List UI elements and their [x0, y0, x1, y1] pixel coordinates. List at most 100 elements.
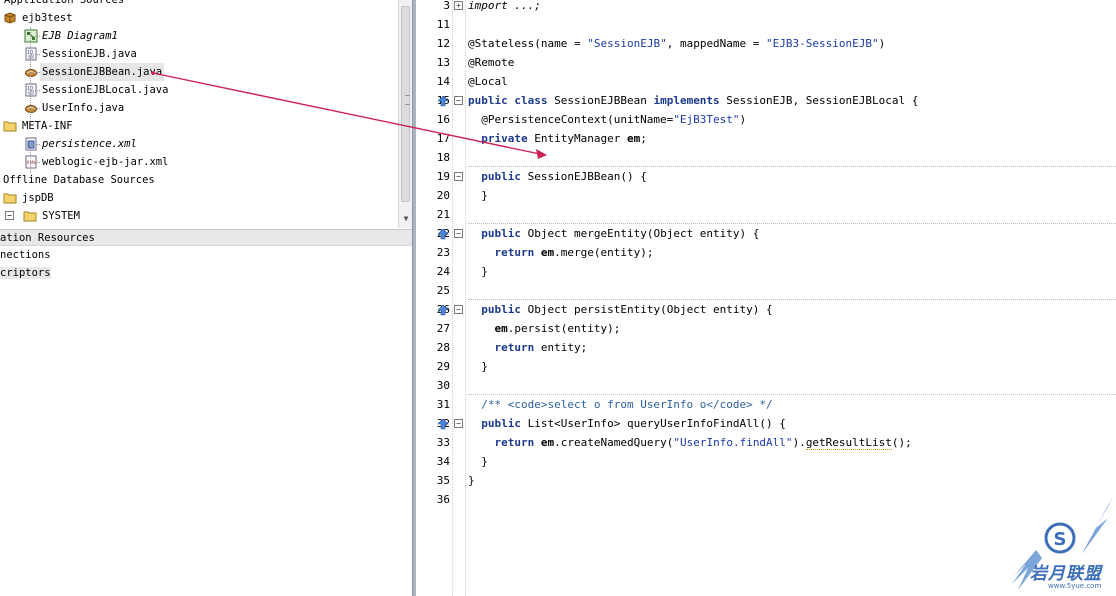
line-number: 30: [436, 379, 450, 392]
tree-node[interactable]: SessionEJBBean.java: [0, 63, 398, 81]
line-number: 19: [436, 170, 450, 183]
tree-node[interactable]: EJB Diagram1: [0, 27, 398, 45]
code-line[interactable]: import ...;: [468, 0, 541, 15]
folder-icon: [23, 209, 37, 223]
tree-node-label: ejb3test: [22, 12, 73, 24]
svg-text:S: S: [1054, 529, 1067, 550]
line-number: 29: [436, 360, 450, 373]
project-tree[interactable]: Application Sources ejb3test EJB Diagram1 1…: [0, 0, 398, 228]
descriptors-label: criptors: [0, 267, 51, 279]
expand-fold-icon[interactable]: +: [454, 1, 463, 10]
line-number: 21: [436, 208, 450, 221]
application-resources-header[interactable]: ation Resources: [0, 229, 412, 246]
line-number: 18: [436, 151, 450, 164]
code-line[interactable]: public Object persistEntity(Object entit…: [468, 300, 772, 319]
line-number: 12: [436, 37, 450, 50]
line-number: 33: [436, 436, 450, 449]
line-number: 25: [436, 284, 450, 297]
connections-label: nections: [0, 249, 51, 261]
scrollbar-thumb[interactable]: [401, 6, 410, 202]
tree-node[interactable]: 10 SessionEJB.java: [0, 45, 398, 63]
code-line[interactable]: return em.merge(entity);: [468, 243, 654, 262]
code-line[interactable]: public Object mergeEntity(Object entity)…: [468, 224, 759, 243]
tree-node[interactable]: persistence.xml: [0, 135, 398, 153]
code-line[interactable]: @Local: [468, 72, 508, 91]
tree-node-label: META-INF: [22, 120, 73, 132]
override-marker-icon[interactable]: [437, 418, 449, 430]
method-separator: [468, 394, 1116, 395]
tree-node-label: persistence.xml: [42, 138, 137, 150]
override-marker-icon[interactable]: [437, 95, 449, 107]
code-line[interactable]: }: [468, 471, 475, 490]
tree-node[interactable]: UserInfo.java: [0, 99, 398, 117]
scroll-down-icon[interactable]: ▼: [401, 214, 411, 224]
line-number: 3: [443, 0, 450, 12]
code-line[interactable]: }: [468, 262, 488, 281]
override-marker-icon[interactable]: [437, 304, 449, 316]
tree-node-label: EJB Diagram1: [42, 30, 118, 42]
tree-node-label: Offline Database Sources: [3, 174, 155, 186]
tree-node[interactable]: XML weblogic-ejb-jar.xml: [0, 153, 398, 171]
watermark-text: 岩月联盟: [1030, 564, 1102, 584]
tree-node-label: UserInfo.java: [42, 102, 125, 114]
tree-scrollbar[interactable]: ▼: [398, 0, 412, 228]
line-number: 17: [436, 132, 450, 145]
code-line[interactable]: /** <code>select o from UserInfo o</code…: [468, 395, 772, 414]
code-line[interactable]: em.persist(entity);: [468, 319, 621, 338]
collapse-fold-icon[interactable]: −: [454, 172, 463, 181]
code-line[interactable]: return em.createNamedQuery("UserInfo.fin…: [468, 433, 912, 452]
code-line[interactable]: }: [468, 186, 488, 205]
tree-node[interactable]: jspDB: [0, 189, 398, 207]
line-number: 20: [436, 189, 450, 202]
code-line[interactable]: @PersistenceContext(unitName="EjB3Test"): [468, 110, 746, 129]
method-separator: [468, 166, 1116, 167]
package-icon: [3, 11, 17, 25]
method-separator: [468, 299, 1116, 300]
line-number: 16: [436, 113, 450, 126]
tree-node[interactable]: META-INF: [0, 117, 398, 135]
collapse-fold-icon[interactable]: −: [454, 305, 463, 314]
line-number: 13: [436, 56, 450, 69]
application-resources-label: ation Resources: [0, 232, 95, 244]
connections-node[interactable]: nections: [0, 247, 412, 264]
line-number: 35: [436, 474, 450, 487]
tree-node-label: Application Sources: [4, 0, 125, 6]
code-line[interactable]: }: [468, 452, 488, 471]
line-number: 11: [436, 18, 450, 31]
tree-node[interactable]: 10 SessionEJBLocal.java: [0, 81, 398, 99]
tree-node-label: SessionEJB.java: [42, 48, 137, 60]
svg-text:XML: XML: [27, 160, 37, 166]
line-number-gutter: 3111213141516171819202122232425262728293…: [416, 0, 452, 596]
code-line[interactable]: }: [468, 357, 488, 376]
code-line[interactable]: private EntityManager em;: [468, 129, 647, 148]
application-navigator: Application Sources ejb3test EJB Diagram1 1…: [0, 0, 412, 596]
collapse-fold-icon[interactable]: −: [454, 96, 463, 105]
code-line[interactable]: return entity;: [468, 338, 588, 357]
collapse-fold-icon[interactable]: −: [454, 419, 463, 428]
collapse-icon[interactable]: −: [5, 211, 14, 220]
tree-node[interactable]: Offline Database Sources: [0, 171, 398, 189]
folder-icon: [3, 119, 17, 133]
tree-node-label: SessionEJBBean.java: [40, 63, 165, 81]
code-line[interactable]: @Remote: [468, 53, 514, 72]
line-number: 14: [436, 75, 450, 88]
line-number: 23: [436, 246, 450, 259]
line-number: 27: [436, 322, 450, 335]
override-marker-icon[interactable]: [437, 228, 449, 240]
tree-node[interactable]: Application Sources: [0, 0, 398, 9]
tree-node-label: weblogic-ejb-jar.xml: [42, 156, 169, 168]
descriptors-node[interactable]: criptors: [0, 265, 412, 282]
code-line[interactable]: @Stateless(name = "SessionEJB", mappedNa…: [468, 34, 885, 53]
method-separator: [468, 223, 1116, 224]
tree-node-label: SessionEJBLocal.java: [42, 84, 169, 96]
code-line[interactable]: public class SessionEJBBean implements S…: [468, 91, 918, 110]
code-line[interactable]: public SessionEJBBean() {: [468, 167, 647, 186]
folder-icon: [3, 191, 17, 205]
collapse-fold-icon[interactable]: −: [454, 229, 463, 238]
tree-node[interactable]: ejb3test: [0, 9, 398, 27]
watermark-url: www.5yue.com: [1048, 582, 1102, 590]
line-number: 34: [436, 455, 450, 468]
tree-node[interactable]: SYSTEM: [0, 207, 398, 225]
line-number: 24: [436, 265, 450, 278]
code-line[interactable]: public List<UserInfo> queryUserInfoFindA…: [468, 414, 786, 433]
